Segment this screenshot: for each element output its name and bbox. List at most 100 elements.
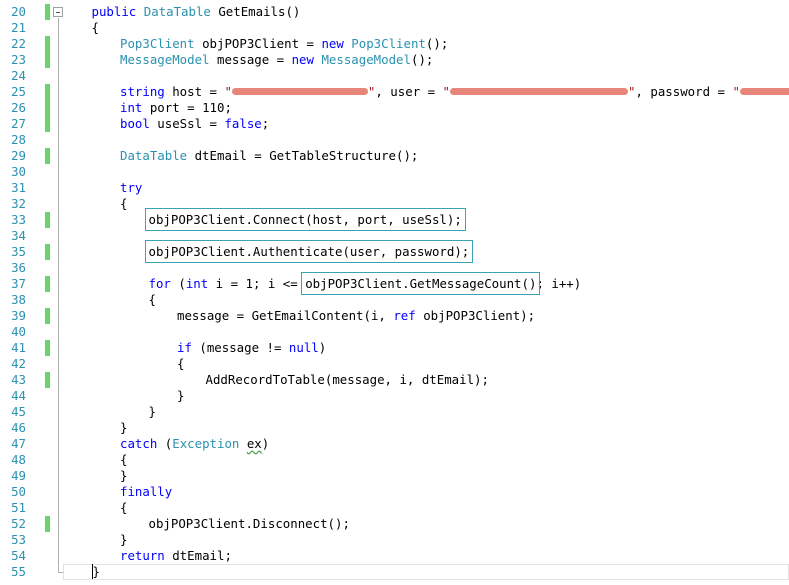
outline-guide bbox=[58, 18, 59, 572]
code-line[interactable]: 50 finally bbox=[0, 484, 789, 500]
code-line[interactable]: 35 objPOP3Client.Authenticate(user, passw… bbox=[0, 240, 789, 263]
keyword-token: false bbox=[224, 116, 262, 131]
keyword-token: try bbox=[120, 180, 143, 195]
code-line[interactable]: 32 { bbox=[0, 196, 789, 212]
code-line[interactable]: 29 DataTable dtEmail = GetTableStructure(… bbox=[0, 148, 789, 164]
code-line[interactable]: 54 return dtEmail; bbox=[0, 548, 789, 564]
code-line[interactable]: 20 public DataTable GetEmails() bbox=[0, 4, 789, 20]
code-line[interactable]: 49} bbox=[0, 468, 789, 484]
code-line[interactable]: 42 { bbox=[0, 356, 789, 372]
code-line[interactable]: 25 string host = " ", user = " ", password … bbox=[0, 84, 789, 100]
line-number: 55 bbox=[11, 564, 26, 579]
code-line[interactable]: 31 try bbox=[0, 180, 789, 196]
line-number: 43 bbox=[11, 372, 26, 387]
code-line[interactable]: 37 for (int i = 1; i <= objPOP3Client.Get… bbox=[0, 272, 789, 295]
code-line[interactable]: 46} bbox=[0, 420, 789, 436]
code-text: } bbox=[120, 532, 127, 548]
code-line[interactable]: 43 AddRecordToTable(message, i, dtEmail); bbox=[0, 372, 789, 388]
code-line[interactable]: 22 Pop3Client objPOP3Client = new Pop3Cli… bbox=[0, 36, 789, 52]
change-marker bbox=[45, 148, 50, 164]
code-line[interactable]: 26 int port = 110; bbox=[0, 100, 789, 116]
code-token: dtEmail; bbox=[164, 548, 232, 563]
code-token: ( bbox=[170, 276, 186, 291]
code-text: { bbox=[149, 292, 156, 308]
code-line[interactable]: 45} bbox=[0, 404, 789, 420]
code-line[interactable]: 21 { bbox=[0, 20, 789, 36]
highlighted-code: objPOP3Client.GetMessageCount() bbox=[301, 272, 541, 295]
change-marker bbox=[45, 36, 50, 52]
code-text: { bbox=[120, 452, 127, 468]
code-line[interactable]: 48 { bbox=[0, 452, 789, 468]
code-line[interactable]: 53} bbox=[0, 532, 789, 548]
line-number: 28 bbox=[11, 132, 26, 147]
code-line[interactable]: 23 MessageModel message = new MessageMode… bbox=[0, 52, 789, 68]
string-token: " bbox=[732, 84, 740, 99]
code-token: , password = bbox=[635, 84, 733, 99]
line-number: 35 bbox=[11, 244, 26, 259]
code-token: (); bbox=[410, 52, 434, 67]
code-line[interactable]: 28 bbox=[0, 132, 789, 148]
line-number: 24 bbox=[11, 68, 26, 83]
code-text: objPOP3Client.Authenticate(user, passwor… bbox=[144, 240, 474, 263]
code-line[interactable]: 51 { bbox=[0, 500, 789, 516]
code-token: (); bbox=[425, 36, 449, 51]
code-line[interactable]: 40 bbox=[0, 324, 789, 340]
code-text: } bbox=[177, 388, 184, 404]
keyword-token: bool bbox=[120, 116, 150, 131]
code-line[interactable]: 47 catch (Exception ex) bbox=[0, 436, 789, 452]
string-token: " bbox=[442, 84, 450, 99]
code-line[interactable]: 44} bbox=[0, 388, 789, 404]
line-number: 44 bbox=[11, 388, 26, 403]
change-marker bbox=[45, 84, 50, 100]
line-number: 53 bbox=[11, 532, 26, 547]
code-line[interactable]: 33 objPOP3Client.Connect(host, port, useS… bbox=[0, 208, 789, 231]
line-number: 52 bbox=[11, 516, 26, 531]
code-token: } bbox=[120, 532, 128, 547]
code-line[interactable]: 30 bbox=[0, 164, 789, 180]
keyword-token: public bbox=[91, 4, 137, 19]
code-token: } bbox=[120, 468, 128, 483]
change-marker bbox=[45, 4, 50, 20]
code-line[interactable]: 39 message = GetEmailContent(i, ref objPO… bbox=[0, 308, 789, 324]
redacted-text bbox=[231, 88, 368, 95]
line-number: 45 bbox=[11, 404, 26, 419]
keyword-token: ref bbox=[393, 308, 416, 323]
code-line[interactable]: 52 objPOP3Client.Disconnect(); bbox=[0, 516, 789, 532]
code-token: ; i++) bbox=[536, 276, 582, 291]
code-editor[interactable]: 20 public DataTable GetEmails() 21 {22 Pop3C… bbox=[0, 0, 789, 585]
keyword-token: return bbox=[120, 548, 165, 563]
code-text: { bbox=[177, 356, 184, 372]
code-token: } bbox=[148, 404, 156, 419]
change-marker bbox=[45, 340, 50, 356]
code-text: bool useSsl = false; bbox=[120, 116, 269, 132]
code-line[interactable]: 55} bbox=[0, 564, 789, 580]
collapse-region-icon[interactable] bbox=[53, 7, 63, 17]
code-line[interactable]: 36 bbox=[0, 260, 789, 276]
code-line[interactable]: 41 if (message != null) bbox=[0, 340, 789, 356]
code-text: int port = 110; bbox=[120, 100, 232, 116]
line-number: 42 bbox=[11, 356, 26, 371]
code-line[interactable]: 24 bbox=[0, 68, 789, 84]
type-token: DataTable bbox=[120, 148, 188, 163]
line-number: 38 bbox=[11, 292, 26, 307]
string-token: " bbox=[224, 84, 232, 99]
code-text: { bbox=[120, 500, 127, 516]
keyword-token: new bbox=[291, 52, 314, 67]
type-token: Pop3Client bbox=[120, 36, 195, 51]
code-token: message = GetEmailContent(i, bbox=[177, 308, 394, 323]
keyword-token: new bbox=[321, 36, 344, 51]
code-line[interactable]: 38 { bbox=[0, 292, 789, 308]
cursor-brace: } bbox=[91, 564, 100, 579]
line-number: 36 bbox=[11, 260, 26, 275]
code-line[interactable]: 34 bbox=[0, 228, 789, 244]
code-line[interactable]: 27 bool useSsl = false; bbox=[0, 116, 789, 132]
line-number: 25 bbox=[11, 84, 26, 99]
code-token: ( bbox=[157, 436, 173, 451]
code-token: { bbox=[148, 292, 156, 307]
code-token: GetEmails() bbox=[210, 4, 301, 19]
line-number: 26 bbox=[11, 100, 26, 115]
line-number: 29 bbox=[11, 148, 26, 163]
code-token: { bbox=[177, 356, 185, 371]
code-token: ; bbox=[261, 116, 270, 131]
code-token: message = bbox=[209, 52, 292, 67]
